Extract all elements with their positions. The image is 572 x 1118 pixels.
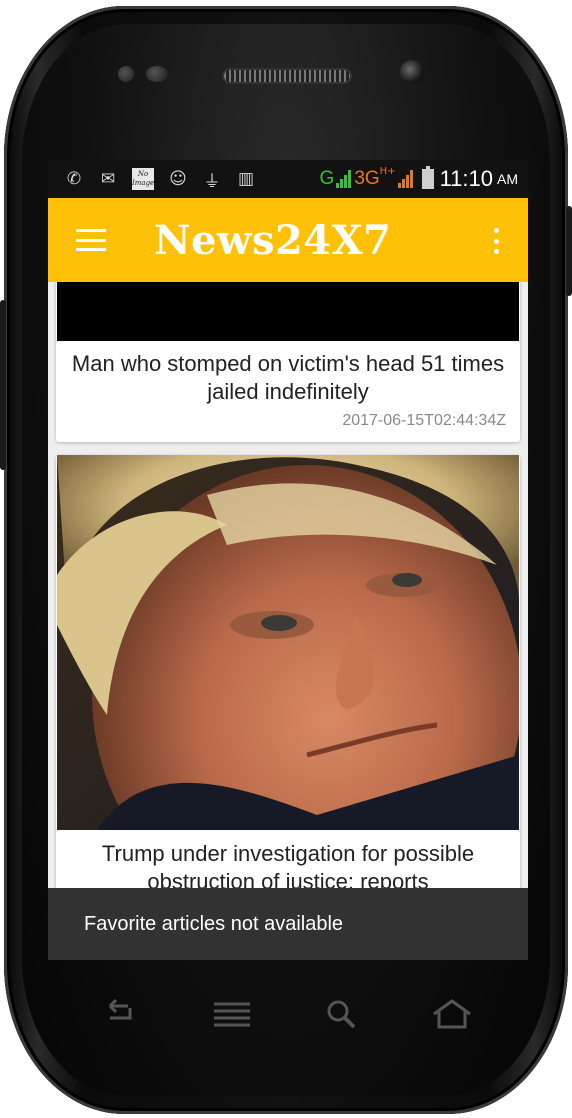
article-title: Man who stomped on victim's head 51 time… <box>71 351 505 404</box>
battery-icon <box>421 166 434 189</box>
article-card[interactable]: Trump under investigation for possible o… <box>56 455 520 960</box>
article-image <box>57 455 519 830</box>
menu-icon[interactable] <box>76 229 106 251</box>
article-card[interactable]: Man who stomped on victim's head 51 time… <box>56 282 520 442</box>
no-image-icon: No Image <box>132 168 154 190</box>
network-g-label: G <box>319 168 335 189</box>
home-key[interactable] <box>430 996 474 1032</box>
back-key[interactable] <box>98 996 142 1032</box>
app-toolbar: News24X7 <box>48 198 528 282</box>
search-key[interactable] <box>320 996 364 1032</box>
status-right: G 3G H+ 11:10 AM <box>320 166 518 192</box>
snackbar: Favorite articles not available <box>48 888 528 960</box>
article-date: 2017-06-15T02:44:34Z <box>342 412 506 429</box>
status-time: 11:10 <box>439 166 493 191</box>
app-title: News24X7 <box>154 216 392 264</box>
article-image <box>57 282 519 341</box>
signal-icon <box>336 170 352 188</box>
network-hplus-label: H+ <box>379 165 396 177</box>
status-ampm: AM <box>497 171 518 187</box>
proximity-sensor <box>118 66 134 82</box>
article-list[interactable]: Man who stomped on victim's head 51 time… <box>48 282 528 960</box>
usb-icon: ⏚ <box>203 171 221 192</box>
network-3g-label: 3G <box>354 168 380 189</box>
light-sensor <box>146 66 168 82</box>
barcode-icon: ▥ <box>237 169 255 189</box>
whatsapp-icon: ✆ <box>66 169 82 189</box>
screen: ✆ ✉ No Image ☺ ⏚ ▥ G 3G H+ 11:10 AM News… <box>48 160 528 960</box>
menu-key[interactable] <box>210 996 254 1032</box>
signal-3g-icon <box>397 170 414 188</box>
power-button <box>566 206 572 296</box>
status-bar: ✆ ✉ No Image ☺ ⏚ ▥ G 3G H+ 11:10 AM <box>48 160 528 198</box>
front-camera <box>400 60 424 84</box>
earpiece-speaker <box>222 68 352 84</box>
chat-icon: ☺ <box>169 169 187 189</box>
snackbar-message: Favorite articles not available <box>84 912 344 935</box>
gmail-icon: ✉ <box>100 169 116 189</box>
overflow-menu-icon[interactable] <box>492 228 500 254</box>
volume-button <box>0 300 6 470</box>
portrait-photo <box>57 455 519 830</box>
